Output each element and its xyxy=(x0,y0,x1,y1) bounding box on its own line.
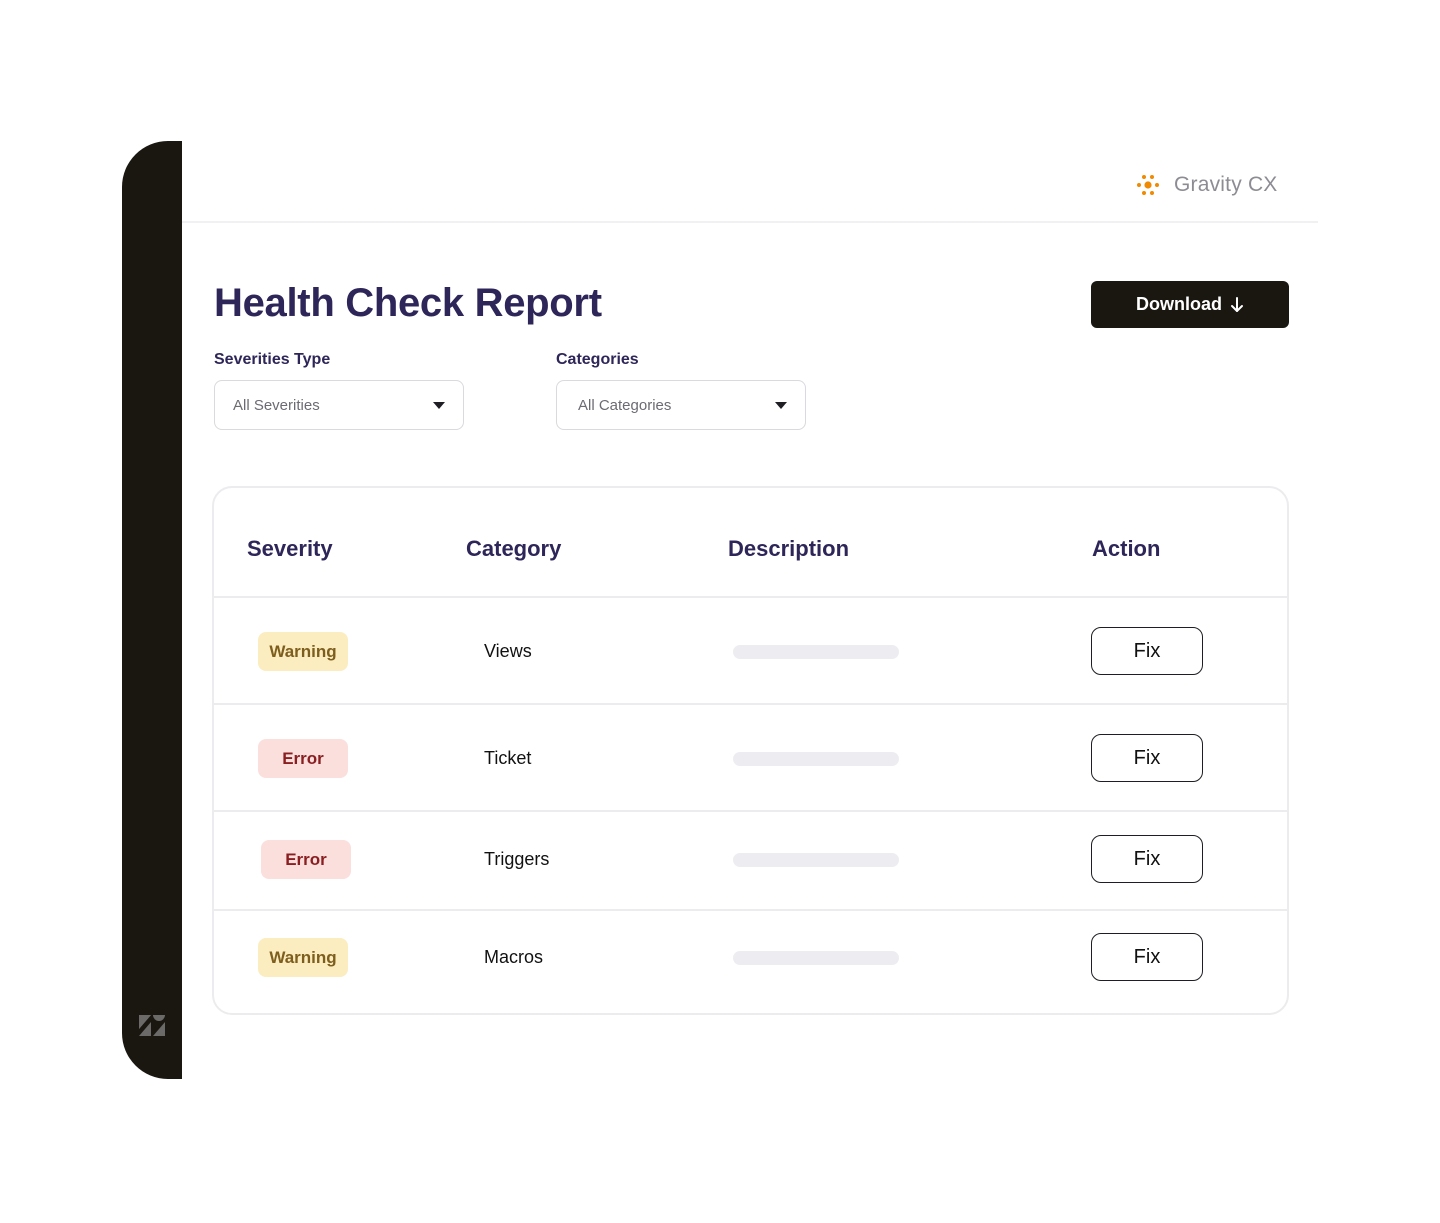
zendesk-logo-icon[interactable] xyxy=(139,1015,165,1036)
fix-button[interactable]: Fix xyxy=(1091,734,1203,782)
fix-button[interactable]: Fix xyxy=(1091,933,1203,981)
severity-select[interactable]: All Severities xyxy=(214,380,464,430)
column-header-description: Description xyxy=(728,536,850,561)
download-button-label: Download xyxy=(1136,294,1222,314)
table-row: Error Triggers Fix xyxy=(214,812,1287,911)
description-placeholder xyxy=(733,951,899,965)
severity-filter-label: Severities Type xyxy=(214,351,331,368)
chevron-down-icon xyxy=(775,401,787,409)
table-row: Warning Views Fix xyxy=(214,598,1287,705)
chevron-down-icon xyxy=(433,401,445,409)
description-placeholder xyxy=(733,645,899,659)
arrow-down-icon xyxy=(1231,296,1243,312)
description-placeholder xyxy=(733,853,899,867)
table-row: Warning Macros Fix xyxy=(214,911,1287,1013)
column-header-action: Action xyxy=(1092,536,1161,561)
sidebar xyxy=(122,141,182,1079)
severity-badge: Error xyxy=(261,840,351,879)
download-button[interactable]: Download xyxy=(1091,281,1289,328)
header-divider xyxy=(182,221,1318,223)
brand-name: Gravity CX xyxy=(1174,173,1278,196)
category-cell: Ticket xyxy=(484,748,532,768)
column-header-category: Category xyxy=(466,536,562,561)
severity-badge: Warning xyxy=(258,938,348,977)
page-title: Health Check Report xyxy=(214,281,602,325)
category-filter-label: Categories xyxy=(556,351,639,368)
health-check-table: Severity Category Description Action War… xyxy=(212,486,1289,1015)
severity-select-value: All Severities xyxy=(233,396,320,414)
category-select-value: All Categories xyxy=(578,396,672,414)
fix-button[interactable]: Fix xyxy=(1091,627,1203,675)
category-cell: Macros xyxy=(484,947,544,967)
category-cell: Triggers xyxy=(484,849,550,869)
description-placeholder xyxy=(733,752,899,766)
category-cell: Views xyxy=(484,641,532,661)
table-row: Error Ticket Fix xyxy=(214,705,1287,812)
table-header: Severity Category Description Action xyxy=(214,488,1287,598)
severity-badge: Warning xyxy=(258,632,348,671)
fix-button[interactable]: Fix xyxy=(1091,835,1203,883)
brand: Gravity CX xyxy=(1136,172,1278,198)
gravity-dots-icon xyxy=(1137,175,1159,195)
severity-badge: Error xyxy=(258,739,348,778)
category-select[interactable]: All Categories xyxy=(556,380,806,430)
column-header-severity: Severity xyxy=(247,536,333,561)
